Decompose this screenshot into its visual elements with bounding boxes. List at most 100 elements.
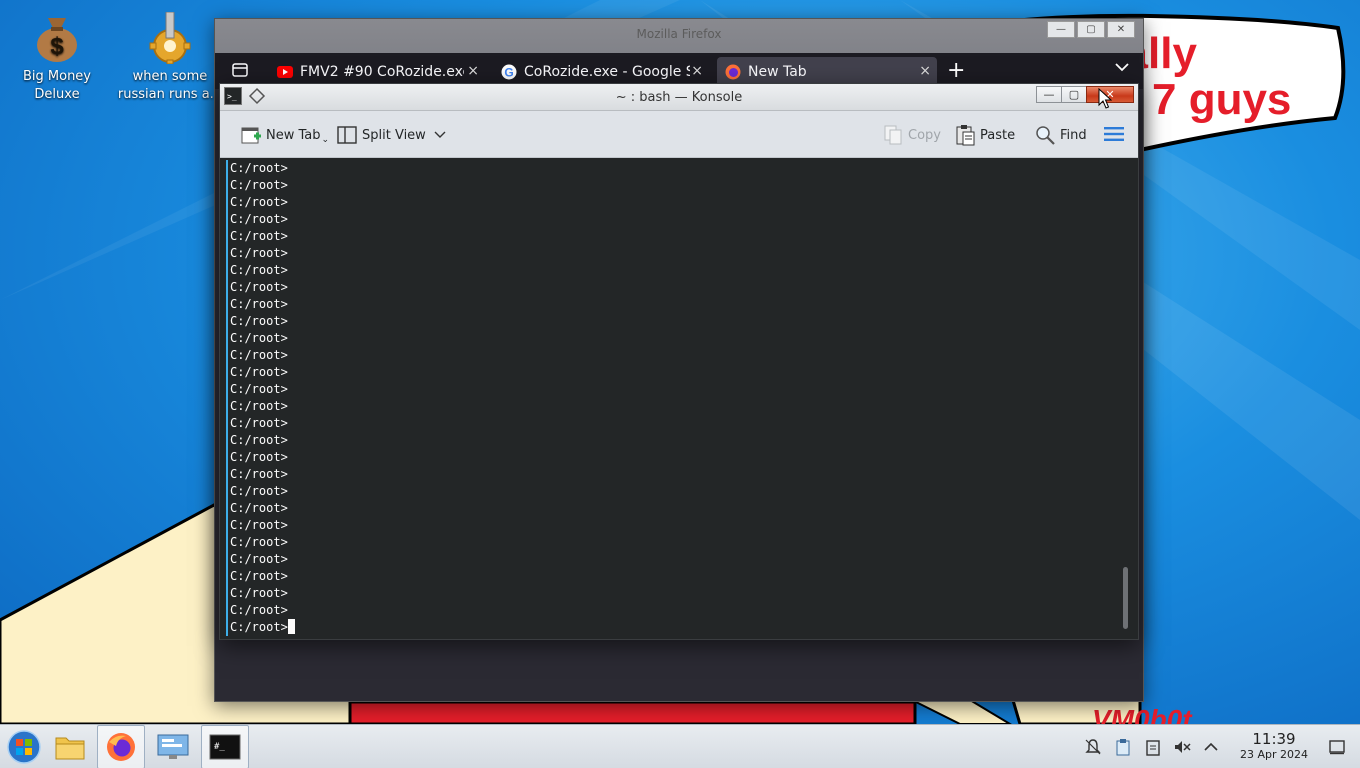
firefox-icon bbox=[107, 733, 135, 761]
terminal-line: C:/root> bbox=[228, 619, 1124, 636]
terminal-cursor bbox=[287, 619, 295, 634]
new-tab-icon bbox=[241, 127, 261, 144]
terminal-line: C:/root> bbox=[228, 245, 1124, 262]
meme-text-line2: 7 guys bbox=[1152, 75, 1292, 124]
terminal-line: C:/root> bbox=[228, 483, 1124, 500]
terminal-line: C:/root> bbox=[228, 330, 1124, 347]
monitor-settings-icon bbox=[157, 734, 189, 759]
find-button[interactable]: Find bbox=[1034, 124, 1087, 146]
taskbar: #_ 11:39 23 Apr 2024 bbox=[0, 724, 1360, 768]
terminal-prompt: C:/root> bbox=[230, 484, 288, 498]
terminal-prompt: C:/root> bbox=[230, 586, 288, 600]
paste-label: Paste bbox=[980, 127, 1016, 143]
minimize-button[interactable]: — bbox=[1047, 21, 1075, 38]
desktop-icon-label: when some russian runs a... bbox=[117, 69, 223, 102]
terminal-prompt: C:/root> bbox=[230, 518, 288, 532]
terminal-prompt: C:/root> bbox=[230, 552, 288, 566]
volume-muted-icon[interactable] bbox=[1173, 738, 1191, 756]
notifications-icon[interactable] bbox=[1084, 738, 1102, 756]
copy-icon bbox=[884, 125, 902, 145]
terminal-line: C:/root> bbox=[228, 398, 1124, 415]
terminal-line: C:/root> bbox=[228, 466, 1124, 483]
tab-label: New Tab bbox=[748, 64, 807, 80]
terminal-line: C:/root> bbox=[228, 500, 1124, 517]
konsole-window[interactable]: >_ ~ : bash — Konsole — ▢ ✕ New Tab ⌄ Sp… bbox=[219, 83, 1139, 640]
windows-start-icon bbox=[7, 730, 41, 764]
terminal-line: C:/root> bbox=[228, 381, 1124, 398]
terminal-line: C:/root> bbox=[228, 534, 1124, 551]
dropdown-arrow-icon: ⌄ bbox=[321, 135, 330, 145]
terminal-line: C:/root> bbox=[228, 432, 1124, 449]
chevron-down-icon[interactable] bbox=[434, 131, 446, 139]
firefox-window-controls: — ▢ ✕ bbox=[1047, 21, 1135, 38]
paste-button[interactable]: Paste bbox=[954, 124, 1015, 146]
terminal-prompt: C:/root> bbox=[230, 246, 288, 260]
terminal-line: C:/root> bbox=[228, 551, 1124, 568]
terminal-line: C:/root> bbox=[228, 228, 1124, 245]
terminal-line: C:/root> bbox=[228, 449, 1124, 466]
taskbar-firefox[interactable] bbox=[97, 725, 145, 768]
clock-date: 23 Apr 2024 bbox=[1239, 748, 1308, 761]
close-tab-icon[interactable]: × bbox=[691, 63, 703, 79]
konsole-window-title: ~ : bash — Konsole bbox=[615, 90, 743, 105]
desktop-icon-big-money-deluxe[interactable]: $ Big Money Deluxe bbox=[2, 12, 112, 104]
start-button[interactable] bbox=[0, 725, 48, 768]
gear-icon bbox=[144, 11, 196, 65]
desktop-icon-russian-runs[interactable]: when some russian runs a... bbox=[115, 11, 225, 104]
find-label: Find bbox=[1060, 127, 1087, 143]
terminal-prompt: C:/root> bbox=[230, 382, 288, 396]
minimize-button[interactable]: — bbox=[1036, 86, 1062, 103]
close-tab-icon[interactable]: × bbox=[919, 63, 931, 79]
new-tab-button[interactable]: New Tab ⌄ bbox=[240, 124, 329, 146]
close-button[interactable]: ✕ bbox=[1107, 21, 1135, 38]
taskbar-system-settings[interactable] bbox=[149, 725, 197, 768]
taskbar-file-manager[interactable] bbox=[46, 725, 94, 768]
maximize-button[interactable]: ▢ bbox=[1077, 21, 1105, 38]
clipboard-icon[interactable] bbox=[1114, 738, 1132, 756]
tab-label: CoRozide.exe - Google Search bbox=[524, 64, 690, 80]
show-desktop-icon[interactable] bbox=[1328, 738, 1346, 756]
taskbar-konsole[interactable]: #_ bbox=[201, 725, 249, 768]
folder-icon bbox=[55, 737, 85, 760]
taskbar-clock[interactable]: 11:39 23 Apr 2024 bbox=[1240, 731, 1308, 762]
tab-overflow-chevron-icon[interactable] bbox=[1115, 61, 1129, 76]
terminal-prompt: C:/root> bbox=[230, 603, 288, 617]
hamburger-menu-icon[interactable] bbox=[1104, 126, 1124, 142]
terminal-prompt: C:/root> bbox=[230, 620, 288, 634]
terminal-output[interactable]: C:/root> C:/root> C:/root> C:/root> C:/root>… bbox=[226, 160, 1124, 636]
terminal-prompt: C:/root> bbox=[230, 348, 288, 362]
svg-text:G: G bbox=[504, 66, 513, 80]
clipboard-manager-icon[interactable] bbox=[1144, 738, 1162, 756]
terminal-prompt: C:/root> bbox=[230, 263, 288, 277]
svg-text:#_: #_ bbox=[214, 742, 225, 752]
terminal-line: C:/root> bbox=[228, 160, 1124, 177]
terminal-prompt: C:/root> bbox=[230, 229, 288, 243]
new-tab-button[interactable]: + bbox=[947, 58, 965, 83]
terminal-line: C:/root> bbox=[228, 313, 1124, 330]
google-icon: G bbox=[501, 64, 517, 80]
terminal-line: C:/root> bbox=[228, 211, 1124, 228]
terminal-line: C:/root> bbox=[228, 517, 1124, 534]
konsole-toolbar: New Tab ⌄ Split View Copy Paste Find bbox=[220, 111, 1138, 158]
close-tab-icon[interactable]: × bbox=[467, 63, 479, 79]
terminal-line: C:/root> bbox=[228, 568, 1124, 585]
new-tab-label: New Tab bbox=[266, 127, 321, 143]
terminal-prompt: C:/root> bbox=[230, 467, 288, 481]
terminal-prompt: C:/root> bbox=[230, 399, 288, 413]
terminal-line: C:/root> bbox=[228, 585, 1124, 602]
terminal-line: C:/root> bbox=[228, 415, 1124, 432]
watermark-text: VM0b0t bbox=[1092, 704, 1192, 724]
konsole-titlebar[interactable]: >_ ~ : bash — Konsole — ▢ ✕ bbox=[220, 84, 1138, 111]
chevron-up-icon[interactable] bbox=[1202, 738, 1220, 756]
split-view-icon bbox=[337, 126, 357, 144]
terminal-scrollbar[interactable] bbox=[1123, 567, 1128, 629]
copy-button[interactable]: Copy bbox=[882, 124, 941, 146]
list-all-tabs-icon[interactable] bbox=[231, 61, 249, 79]
split-view-button[interactable]: Split View bbox=[336, 124, 446, 146]
maximize-button[interactable]: ▢ bbox=[1061, 86, 1087, 103]
terminal-line: C:/root> bbox=[228, 347, 1124, 364]
terminal-prompt: C:/root> bbox=[230, 212, 288, 226]
tab-label: FMV2 #90 CoRozide.exe bbox=[300, 64, 464, 80]
svg-text:$: $ bbox=[50, 33, 64, 60]
clock-time: 11:39 bbox=[1252, 730, 1296, 748]
